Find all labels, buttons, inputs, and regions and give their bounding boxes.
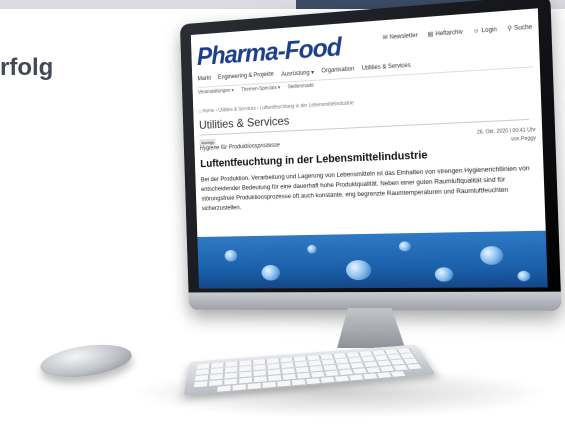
utility-nav-newsletter[interactable]: ✉ Newsletter — [382, 32, 418, 42]
utility-nav-label: Suche — [513, 23, 533, 32]
mouse — [38, 339, 134, 383]
archive-icon: ▤ — [427, 31, 434, 39]
main-nav-item[interactable]: Engineering & Projekte — [218, 72, 274, 82]
utility-nav-label: Heftarchiv — [435, 28, 464, 38]
water-drop — [307, 244, 317, 254]
sub-nav-item[interactable]: Themen-Specials ▾ — [241, 85, 280, 93]
utility-nav-login[interactable]: ☺ Login — [473, 26, 497, 35]
monitor-chin — [188, 291, 562, 311]
main-nav-item[interactable]: Ausrüstung ▾ — [281, 69, 314, 78]
water-drop — [345, 259, 372, 281]
utility-nav: ✉ Newsletter ▤ Heftarchiv ☺ Login ⚲ Such… — [382, 23, 533, 42]
utility-nav-search[interactable]: ⚲ Suche — [507, 23, 533, 33]
main-nav-item[interactable]: Organisation — [321, 66, 354, 75]
sub-nav-item[interactable]: Stellenmarkt — [288, 83, 314, 90]
water-drop — [517, 270, 531, 282]
user-icon: ☺ — [473, 27, 480, 35]
monitor-stand — [336, 308, 406, 349]
water-drop — [261, 264, 281, 281]
water-drop — [224, 249, 238, 262]
page-headline: rfolg — [0, 54, 54, 81]
water-drop — [479, 246, 504, 265]
article-meta: 26. Okt. 2020 | 00:41 Uhr von Peggy — [477, 126, 536, 145]
search-icon: ⚲ — [507, 25, 513, 33]
utility-nav-archive[interactable]: ▤ Heftarchiv — [428, 28, 463, 38]
utility-nav-label: Login — [481, 26, 497, 34]
article-hero-image — [197, 230, 548, 289]
sub-nav-item[interactable]: Veranstaltungen ▾ — [198, 88, 234, 96]
monitor-bezel: Pharma-Food ✉ Newsletter ▤ Heftarchiv ☺ … — [179, 0, 562, 311]
main-nav-item[interactable]: Utilities & Services — [362, 63, 411, 73]
desktop-monitor: Pharma-Food ✉ Newsletter ▤ Heftarchiv ☺ … — [179, 0, 562, 332]
water-drop — [398, 241, 412, 252]
utility-nav-label: Newsletter — [389, 32, 418, 41]
monitor-screen: Pharma-Food ✉ Newsletter ▤ Heftarchiv ☺ … — [190, 8, 548, 289]
water-drop — [434, 267, 454, 282]
main-nav-item[interactable]: Markt — [197, 76, 211, 84]
mail-icon: ✉ — [382, 34, 388, 42]
article-body: Bei der Produktion, Verarbeitung und Lag… — [200, 164, 530, 213]
site-logo[interactable]: Pharma-Food — [196, 31, 341, 71]
